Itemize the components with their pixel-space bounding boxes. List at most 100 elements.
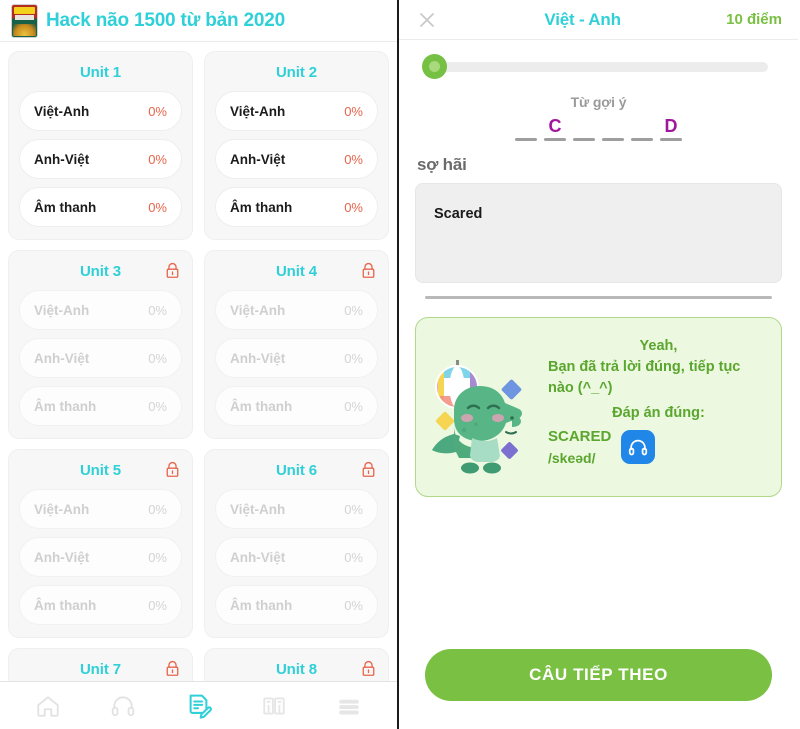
lesson-progress-percent: 0% bbox=[344, 350, 363, 366]
lesson-name: Âm thanh bbox=[230, 199, 293, 215]
lesson-name: Anh-Việt bbox=[34, 151, 90, 167]
unit-card[interactable]: Unit 8Việt-Anh0%Anh-Việt0%Âm thanh0% bbox=[204, 648, 389, 681]
lesson-progress-percent: 0% bbox=[344, 398, 363, 414]
lesson-name: Âm thanh bbox=[34, 398, 97, 414]
close-button[interactable] bbox=[415, 8, 439, 32]
lesson-name: Âm thanh bbox=[34, 199, 97, 215]
feedback-line2: Bạn đã trả lời đúng, tiếp tục nào (^_^) bbox=[548, 359, 741, 397]
unit-title: Unit 2 bbox=[275, 64, 318, 81]
lesson-name: Việt-Anh bbox=[230, 501, 286, 517]
units-scroll-area[interactable]: Unit 1 Việt-Anh 0% Anh-Việt 0% Âm thanh 0% Unit… bbox=[0, 42, 397, 681]
hint-label: Từ gợi ý bbox=[570, 94, 627, 110]
lesson-progress-percent: 0% bbox=[148, 597, 167, 613]
lesson-row[interactable]: Âm thanh 0% bbox=[215, 187, 378, 227]
book-cover-icon bbox=[12, 4, 37, 37]
lock-icon bbox=[165, 461, 180, 478]
unit-card[interactable]: Unit 3 Việt-Anh 0% Anh-Việt 0% Âm thanh 0% bbox=[8, 250, 193, 439]
lesson-progress-percent: 0% bbox=[148, 151, 167, 167]
feedback-line1: Yeah, bbox=[639, 338, 678, 354]
lesson-progress-percent: 0% bbox=[148, 199, 167, 215]
audio-play-button[interactable] bbox=[621, 430, 656, 465]
hint-blank bbox=[631, 115, 653, 141]
unit-title: Unit 6 bbox=[275, 462, 318, 479]
nav-item-listening[interactable] bbox=[101, 689, 145, 723]
lesson-progress-percent: 0% bbox=[344, 199, 363, 215]
lesson-row: Âm thanh 0% bbox=[19, 585, 182, 625]
page-title: Hack não 1500 từ bản 2020 bbox=[46, 9, 285, 31]
nav-item-flashcards[interactable] bbox=[252, 689, 296, 723]
quiz-header: Việt - Anh 10 điểm bbox=[399, 0, 798, 40]
lesson-row: Anh-Việt 0% bbox=[19, 537, 182, 577]
hint-underline bbox=[544, 138, 566, 141]
lesson-name: Việt-Anh bbox=[230, 302, 286, 318]
lesson-name: Anh-Việt bbox=[230, 151, 286, 167]
hint-blanks: CD bbox=[399, 115, 798, 141]
feedback-card: Yeah, Bạn đã trả lời đúng, tiếp tục nào … bbox=[415, 317, 782, 497]
lesson-row: Việt-Anh 0% bbox=[19, 489, 182, 529]
unit-card[interactable]: Unit 6 Việt-Anh 0% Anh-Việt 0% Âm thanh 0% bbox=[204, 449, 389, 638]
unit-header: Unit 5 bbox=[19, 460, 182, 481]
unit-title: Unit 4 bbox=[275, 263, 318, 280]
correct-answer-row: SCARED /skeəd/ bbox=[548, 426, 769, 468]
hint-letter bbox=[631, 115, 653, 137]
lesson-row[interactable]: Anh-Việt 0% bbox=[215, 139, 378, 179]
hint-underline bbox=[602, 138, 624, 141]
unit-card[interactable]: Unit 4 Việt-Anh 0% Anh-Việt 0% Âm thanh 0% bbox=[204, 250, 389, 439]
feedback-text: Yeah, Bạn đã trả lời đúng, tiếp tục nào … bbox=[548, 330, 769, 468]
correct-answer-label: Đáp án đúng: bbox=[612, 405, 705, 422]
prompt-word: sợ hãi bbox=[417, 155, 467, 174]
hint-letter bbox=[573, 115, 595, 137]
quiz-panel: Việt - Anh 10 điểm Từ gợi ý CD sợ hãi Sc… bbox=[399, 0, 798, 729]
divider bbox=[425, 296, 772, 299]
lesson-row[interactable]: Âm thanh 0% bbox=[19, 187, 182, 227]
unit-header: Unit 4 bbox=[215, 261, 378, 282]
unit-header: Unit 7 bbox=[19, 659, 182, 680]
progress-knob[interactable] bbox=[422, 54, 447, 79]
unit-header: Unit 8 bbox=[215, 659, 378, 680]
unit-card[interactable]: Unit 1 Việt-Anh 0% Anh-Việt 0% Âm thanh 0% bbox=[8, 51, 193, 240]
unit-header: Unit 6 bbox=[215, 460, 378, 481]
progress-track bbox=[433, 62, 768, 72]
unit-header: Unit 3 bbox=[19, 261, 182, 282]
lesson-row: Việt-Anh 0% bbox=[215, 489, 378, 529]
hint-letter bbox=[602, 115, 624, 137]
lesson-progress-percent: 0% bbox=[148, 302, 167, 318]
lesson-name: Việt-Anh bbox=[230, 103, 286, 119]
unit-card[interactable]: Unit 7Việt-Anh0%Anh-Việt0%Âm thanh0% bbox=[8, 648, 193, 681]
score-badge: 10 điểm bbox=[726, 11, 782, 28]
unit-title: Unit 3 bbox=[79, 263, 122, 280]
lesson-name: Anh-Việt bbox=[230, 549, 286, 565]
lesson-name: Việt-Anh bbox=[34, 302, 90, 318]
flashcards-icon bbox=[263, 696, 285, 715]
hint-underline bbox=[515, 138, 537, 141]
unit-card[interactable]: Unit 5 Việt-Anh 0% Anh-Việt 0% Âm thanh 0% bbox=[8, 449, 193, 638]
nav-item-more[interactable] bbox=[327, 689, 371, 723]
lesson-row: Anh-Việt 0% bbox=[215, 537, 378, 577]
app-header: Hack não 1500 từ bản 2020 bbox=[0, 0, 397, 42]
document-edit-icon bbox=[189, 694, 212, 719]
lesson-row[interactable]: Anh-Việt 0% bbox=[19, 139, 182, 179]
lesson-progress-percent: 0% bbox=[344, 501, 363, 517]
correct-answer-word: SCARED bbox=[548, 428, 612, 446]
answer-input-box[interactable]: Scared bbox=[415, 183, 782, 283]
nav-item-practice[interactable] bbox=[176, 689, 220, 723]
unit-title: Unit 7 bbox=[79, 661, 122, 678]
unit-card[interactable]: Unit 2 Việt-Anh 0% Anh-Việt 0% Âm thanh 0% bbox=[204, 51, 389, 240]
answer-value: Scared bbox=[434, 206, 483, 222]
lesson-progress-percent: 0% bbox=[148, 350, 167, 366]
home-icon bbox=[37, 695, 59, 717]
hint-underline bbox=[631, 138, 653, 141]
unit-title: Unit 1 bbox=[79, 64, 122, 81]
lesson-row[interactable]: Việt-Anh 0% bbox=[19, 91, 182, 131]
lesson-row[interactable]: Việt-Anh 0% bbox=[215, 91, 378, 131]
hint-blank bbox=[573, 115, 595, 141]
lesson-name: Âm thanh bbox=[34, 597, 97, 613]
app-root: Hack não 1500 từ bản 2020 Unit 1 Việt-Anh… bbox=[0, 0, 800, 729]
next-question-button[interactable]: CÂU TIẾP THEO bbox=[425, 649, 772, 701]
nav-item-home[interactable] bbox=[26, 689, 70, 723]
progress-bar bbox=[399, 40, 798, 79]
hint-letter bbox=[515, 115, 537, 137]
hint-blank: D bbox=[660, 115, 682, 141]
lock-icon bbox=[361, 461, 376, 478]
hint-letter: D bbox=[664, 116, 678, 136]
